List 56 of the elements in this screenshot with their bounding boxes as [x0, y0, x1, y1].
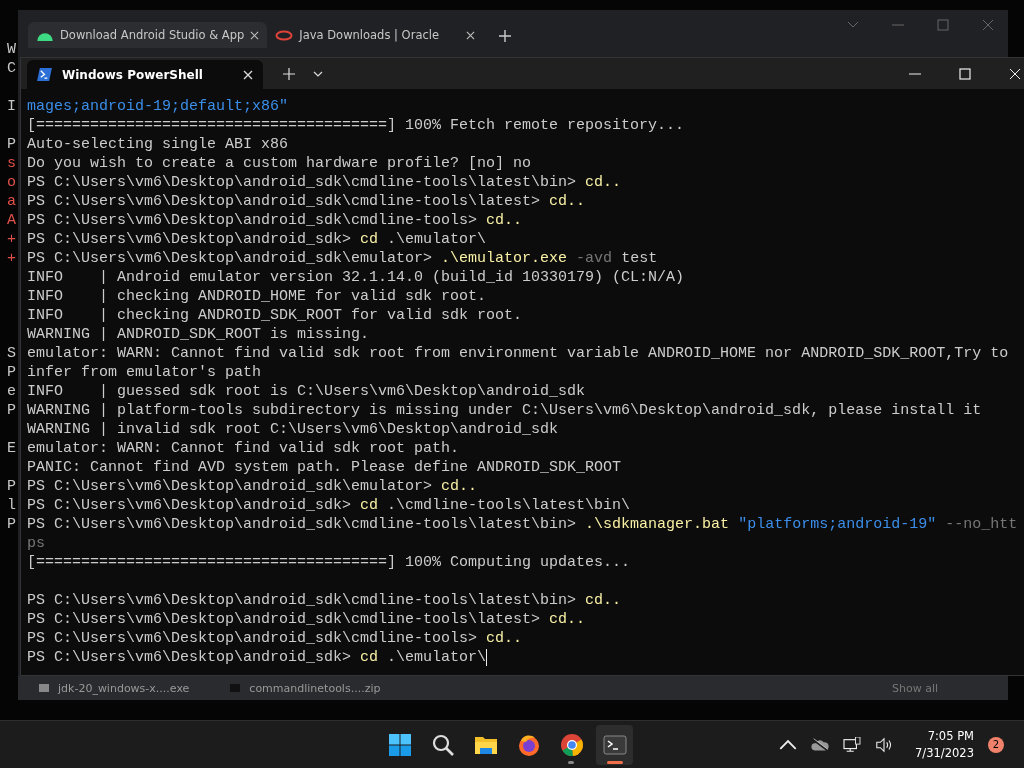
terminal-tab[interactable]: Windows PowerShell [27, 60, 263, 89]
window-text-fragment: P [6, 477, 17, 496]
terminal-line: WARNING | platform-tools subdirectory is missing under C:\Users\vm6\Desktop\android_sdk, please install it [27, 401, 982, 420]
terminal-line: mages;android-19;default;x86" [27, 97, 289, 116]
window-text-fragment: P [6, 363, 17, 382]
window-text-fragment: I [6, 97, 17, 116]
terminal-line: Auto-selecting single ABI x86 [27, 135, 289, 154]
window-text-fragment: P [6, 515, 17, 534]
window-text-fragment: s [6, 154, 17, 173]
terminal-line: INFO | Android emulator version 32.1.14.0 (build_id 10330179) (CL:N/A) [27, 268, 685, 287]
time-text: 7:05 PM [927, 727, 974, 745]
terminal-line: PANIC: Cannot find AVD system path. Please define ANDROID_SDK_ROOT [27, 458, 622, 477]
terminal-line: WARNING | invalid sdk root C:\Users\vm6\Desktop\android_sdk [27, 420, 559, 439]
terminal-line: [=======================================] 100% Fetch remote repository... [27, 116, 685, 135]
notification-badge[interactable]: 2 [988, 736, 1004, 753]
window-text-fragment: l [6, 496, 17, 515]
terminal-line: Do you wish to create a custom hardware profile? [no] no [27, 154, 532, 173]
terminal-line: emulator: WARN: Cannot find valid sdk root path. [27, 439, 460, 458]
window-text-fragment: P [6, 401, 17, 420]
terminal-line: PS C:\Users\vm6\Desktop\android_sdk\cmdline-tools\latest\bin> .\sdkmanager.bat "platforms;android-19" --no_htt [27, 515, 1018, 534]
window-text-fragment: + [6, 249, 17, 268]
terminal-line: INFO | checking ANDROID_HOME for valid sdk root. [27, 287, 487, 306]
terminal-line: PS C:\Users\vm6\Desktop\android_sdk\cmdline-tools> cd.. [27, 629, 523, 648]
window-text-fragment: o [6, 173, 17, 192]
terminal-line: ps [27, 534, 45, 553]
window-text-fragment: P [6, 135, 17, 154]
window-text-fragment: + [6, 230, 17, 249]
terminal-line: PS C:\Users\vm6\Desktop\android_sdk\cmdline-tools> cd.. [27, 211, 523, 230]
clock[interactable]: 7:05 PM 7/31/2023 [915, 727, 974, 762]
window-text-fragment: C [6, 59, 17, 78]
terminal-line: PS C:\Users\vm6\Desktop\android_sdk\cmdline-tools\latest\bin> cd.. [27, 173, 622, 192]
terminal-line: [=======================================] 100% Computing updates... [27, 553, 631, 572]
browser-tab[interactable]: Java Downloads | Oracle [267, 22, 484, 48]
terminal-line: emulator: WARN: Cannot find valid sdk root from environment variable ANDROID_HOME nor ANDROID_SDK_ROOT,Try to [27, 344, 1009, 363]
window-text-fragment: W [6, 40, 17, 59]
terminal-line: INFO | guessed sdk root is C:\Users\vm6\Desktop\android_sdk [27, 382, 586, 401]
terminal-line: PS C:\Users\vm6\Desktop\android_sdk> cd .\cmdline-tools\latest\bin\ [27, 496, 631, 515]
download-item[interactable]: jdk-20_windows-x....exe [38, 681, 190, 695]
browser-tab[interactable]: Download Android Studio & App [28, 22, 268, 48]
window-text-fragment: a [6, 192, 17, 211]
terminal-line: PS C:\Users\vm6\Desktop\android_sdk\cmdline-tools\latest\bin> cd.. [27, 591, 622, 610]
terminal-line: INFO | checking ANDROID_SDK_ROOT for valid sdk root. [27, 306, 523, 325]
window-text-fragment: S [6, 344, 17, 363]
window-text-fragment: A [6, 211, 17, 230]
download-item[interactable]: commandlinetools....zip [229, 681, 381, 695]
terminal-line: PS C:\Users\vm6\Desktop\android_sdk\cmdline-tools\latest> cd.. [27, 192, 586, 211]
terminal-line: PS C:\Users\vm6\Desktop\android_sdk\cmdline-tools\latest> cd.. [27, 610, 586, 629]
terminal-line: WARNING | ANDROID_SDK_ROOT is missing. [27, 325, 370, 344]
terminal-line: PS C:\Users\vm6\Desktop\android_sdk> cd .\emulator\ [27, 230, 487, 249]
terminal-line: PS C:\Users\vm6\Desktop\android_sdk\emulator> cd.. [27, 477, 478, 496]
terminal-line: PS C:\Users\vm6\Desktop\android_sdk> cd .\emulator\ [27, 648, 488, 667]
window-text-fragment: e [6, 382, 17, 401]
terminal-line: infer from emulator's path [27, 363, 262, 382]
terminal-line: PS C:\Users\vm6\Desktop\android_sdk\emulator> .\emulator.exe -avd test [27, 249, 658, 268]
window-text-fragment: E [6, 439, 17, 458]
date-text: 7/31/2023 [915, 744, 974, 762]
